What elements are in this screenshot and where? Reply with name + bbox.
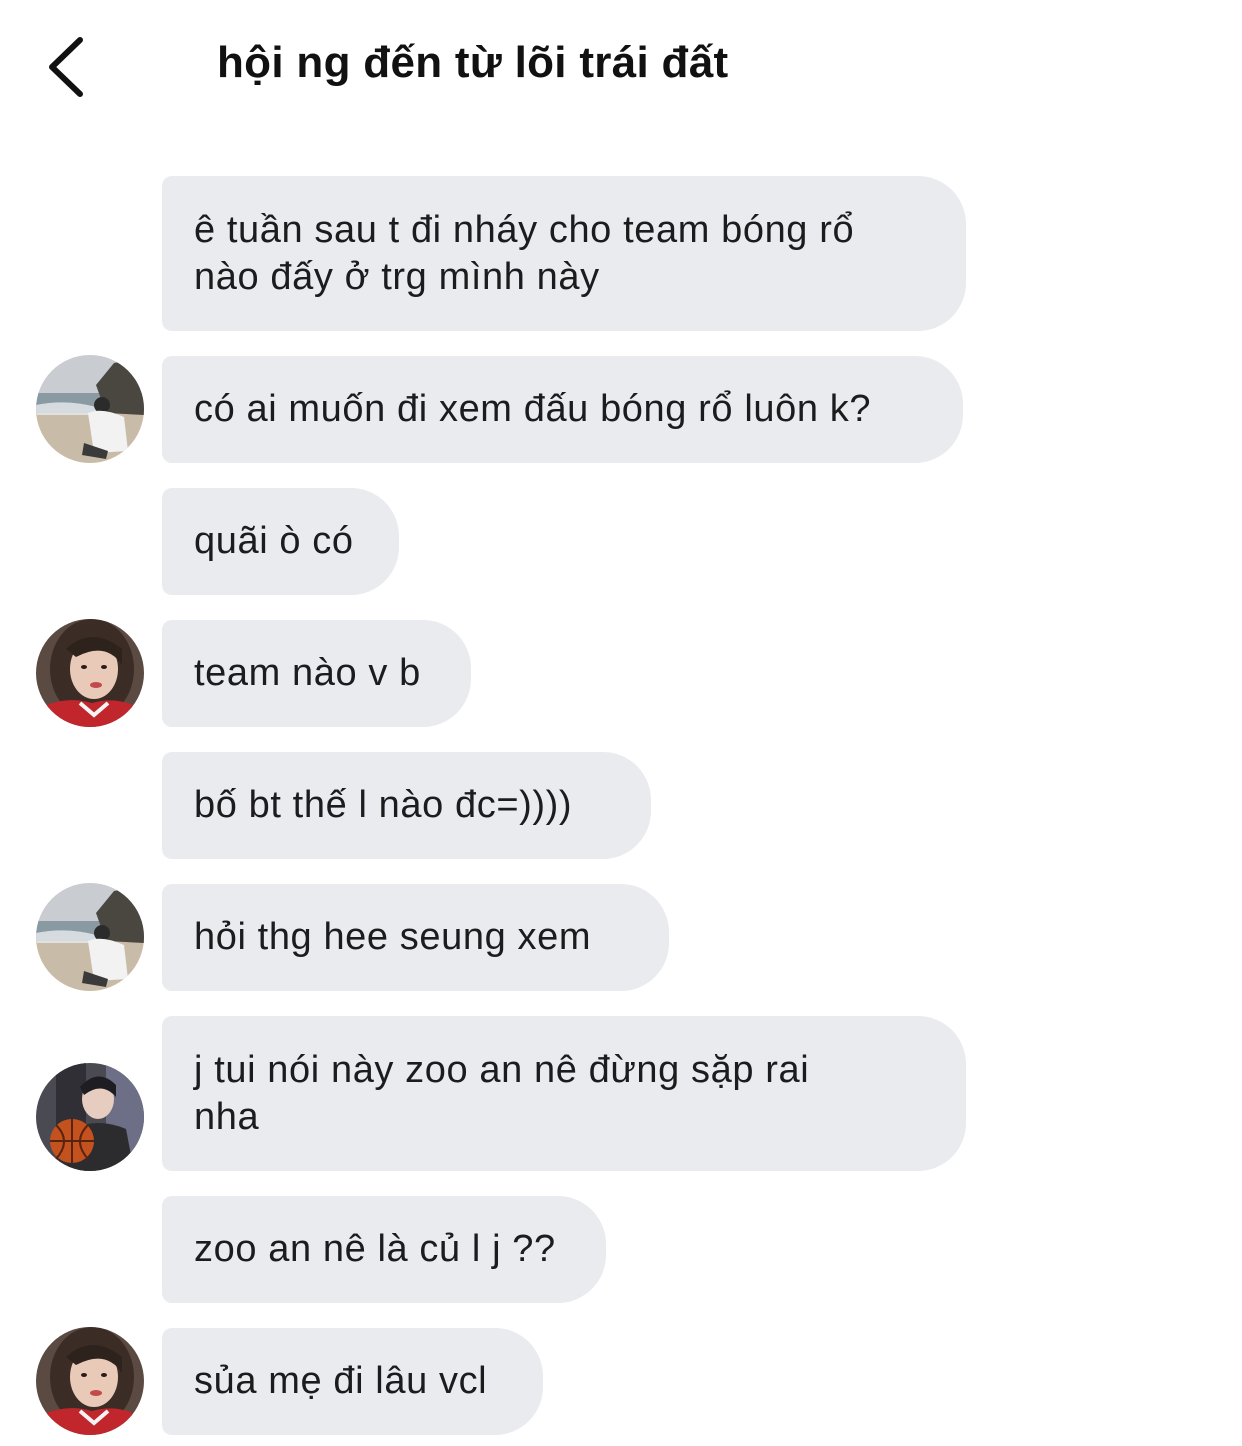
message-bubble[interactable]: bố bt thế l nào đc=)))) bbox=[162, 752, 651, 859]
message-row: có ai muốn đi xem đấu bóng rổ luôn k? bbox=[162, 356, 963, 463]
message-row: quãi ò có bbox=[162, 488, 399, 595]
message-bubble[interactable]: j tui nói này zoo an nê đừng sặp rai nha bbox=[162, 1016, 966, 1171]
beach-person-avatar[interactable] bbox=[36, 883, 144, 991]
message-bubble[interactable]: sủa mẹ đi lâu vcl bbox=[162, 1328, 543, 1435]
message-bubble[interactable]: hỏi thg hee seung xem bbox=[162, 884, 669, 991]
message-bubble[interactable]: ê tuần sau t đi nháy cho team bóng rổ nà… bbox=[162, 176, 966, 331]
message-bubble[interactable]: zoo an nê là củ l j ?? bbox=[162, 1196, 606, 1303]
message-row: zoo an nê là củ l j ?? bbox=[162, 1196, 606, 1303]
message-bubble[interactable]: có ai muốn đi xem đấu bóng rổ luôn k? bbox=[162, 356, 963, 463]
message-row: ê tuần sau t đi nháy cho team bóng rổ nà… bbox=[162, 176, 966, 331]
girl-red-jacket-avatar[interactable] bbox=[36, 1327, 144, 1435]
beach-person-avatar[interactable] bbox=[36, 355, 144, 463]
message-thread: ê tuần sau t đi nháy cho team bóng rổ nà… bbox=[0, 0, 1242, 1446]
message-row: sủa mẹ đi lâu vcl bbox=[162, 1328, 543, 1435]
message-row: team nào v b bbox=[162, 620, 471, 727]
guy-basketball-avatar[interactable] bbox=[36, 1063, 144, 1171]
message-row: hỏi thg hee seung xem bbox=[162, 884, 669, 991]
girl-red-jacket-avatar[interactable] bbox=[36, 619, 144, 727]
message-row: j tui nói này zoo an nê đừng sặp rai nha bbox=[162, 1016, 966, 1171]
message-row: bố bt thế l nào đc=)))) bbox=[162, 752, 651, 859]
message-bubble[interactable]: team nào v b bbox=[162, 620, 471, 727]
message-bubble[interactable]: quãi ò có bbox=[162, 488, 399, 595]
